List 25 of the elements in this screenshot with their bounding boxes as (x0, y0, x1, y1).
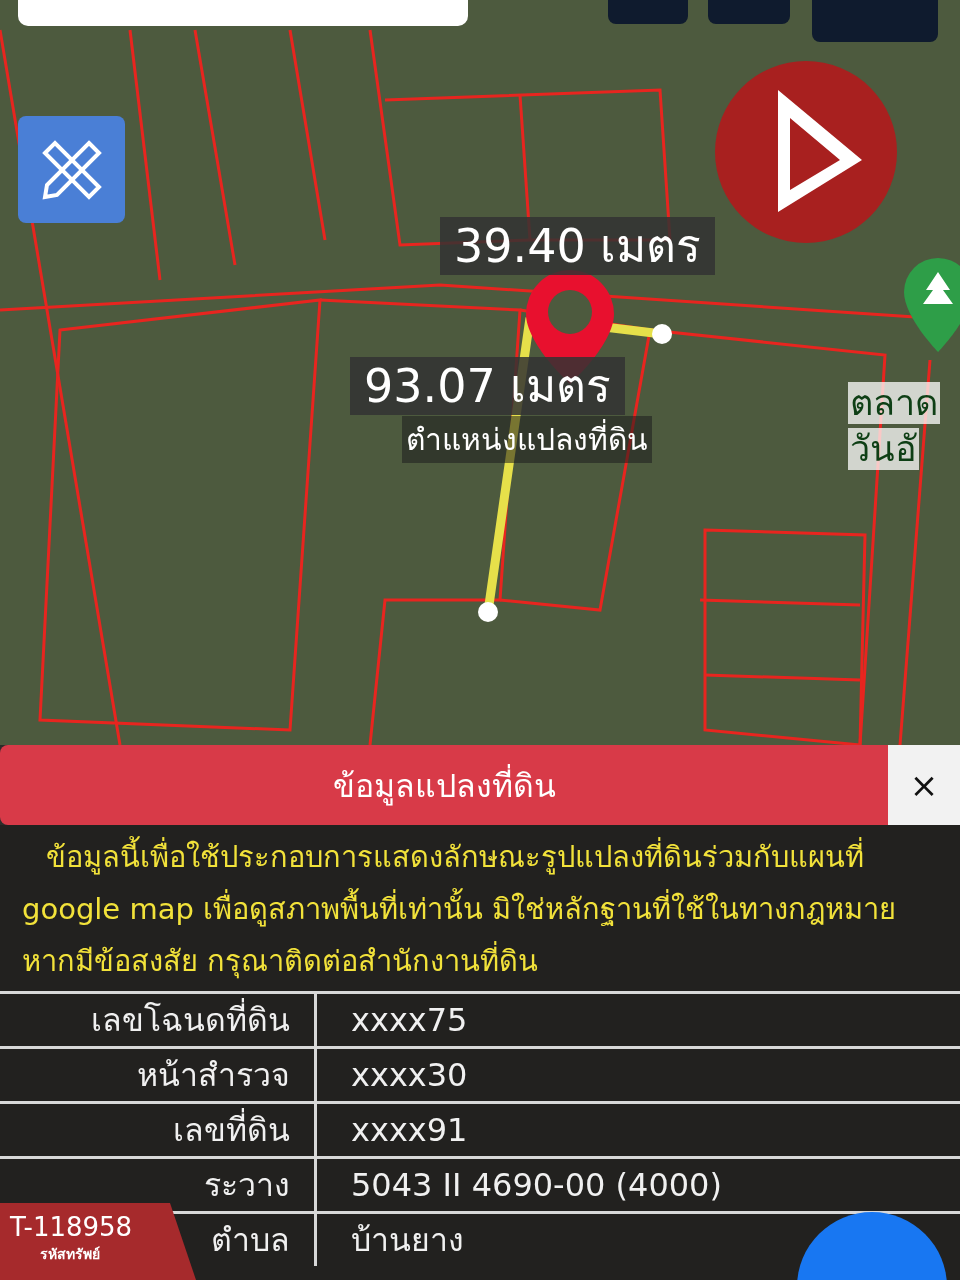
disclaimer-text: ข้อมูลนี้เพื่อใช้ประกอบการแสดงลักษณะรูปแปลงที่ดินร่วมกับแผนที่ google map เพื่อดูสภาพพื้นที่เท่านั้น มิใช่หลักฐานที่ใช้ในทางกฎหมาย หากมีข้อสงสัย กรุณาติดต่อสำนักงานที่ดิน (0, 825, 960, 991)
search-field[interactable] (18, 0, 468, 26)
field-value: xxxx75 (351, 1001, 468, 1039)
layers-button[interactable] (608, 0, 688, 24)
asset-code: T-118958 (10, 1211, 133, 1243)
field-label: หน้าสำรวจ (137, 1056, 290, 1094)
distance-label: 39.40 เมตร (440, 217, 716, 275)
map-label: ตำแหน่งแปลงที่ดิน (402, 416, 652, 463)
map-label: วันอั (848, 428, 919, 470)
distance-label: 93.07 เมตร (350, 357, 626, 415)
map-label: ตลาด (848, 382, 940, 424)
field-value: xxxx91 (351, 1111, 468, 1149)
field-label: ตำบล (211, 1221, 290, 1259)
asset-code-label: รหัสทรัพย์ (40, 1245, 100, 1264)
panel-title: ข้อมูลแปลงที่ดิน (0, 745, 888, 825)
field-value: 5043 II 4690-00 (4000) (351, 1166, 722, 1204)
tree-pin-icon (904, 258, 960, 352)
field-label: ระวาง (204, 1166, 290, 1204)
dropdown-button[interactable] (812, 0, 938, 42)
close-button[interactable]: × (888, 745, 960, 825)
menu-button[interactable] (708, 0, 790, 24)
logo-icon (715, 61, 897, 243)
field-value: xxxx30 (351, 1056, 468, 1094)
measure-tool-button[interactable] (18, 116, 125, 223)
field-value: บ้านยาง (351, 1221, 464, 1259)
